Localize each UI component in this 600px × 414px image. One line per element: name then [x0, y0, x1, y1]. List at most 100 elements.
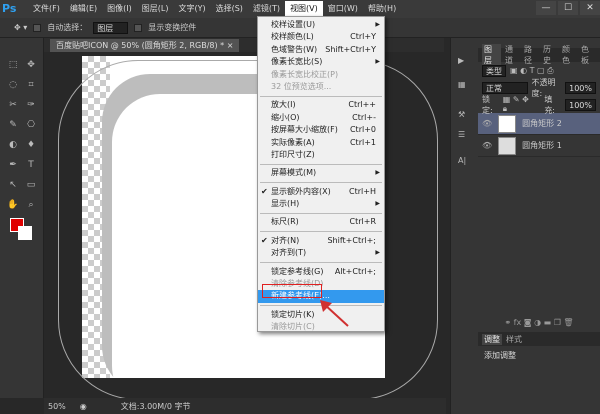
menu-item[interactable]: 缩小(O) Ctrl+- — [258, 112, 384, 124]
menu-item-label: 打印尺寸(Z) — [271, 149, 315, 159]
menu-item[interactable]: 锁定参考线(G) Alt+Ctrl+; — [258, 266, 384, 278]
tool-icon-10[interactable]: ✒ — [6, 158, 20, 172]
eye-icon[interactable]: 👁︎ — [482, 119, 492, 128]
menu-item[interactable]: 实际像素(A) Ctrl+1 — [258, 137, 384, 149]
document-info[interactable]: 文档:3.00M/0 字节 — [121, 401, 191, 412]
panel-tab[interactable]: 调整 — [482, 333, 502, 345]
menu-item-label: 屏幕模式(M) — [271, 168, 317, 178]
submenu-arrow-icon: ▶ — [375, 249, 380, 257]
panel-tab[interactable]: 色板 — [581, 44, 596, 66]
menu-item[interactable]: 32 位预览选项... — [258, 81, 384, 93]
maximize-button[interactable]: ☐ — [558, 1, 578, 15]
menu-2[interactable]: 图像(I) — [102, 1, 137, 17]
close-button[interactable]: ✕ — [580, 1, 600, 15]
menu-item[interactable]: 标尺(R) Ctrl+R — [258, 216, 384, 228]
panel-tab[interactable]: 路径 — [524, 44, 539, 66]
tool-icon-9[interactable]: ♦ — [24, 138, 38, 152]
show-transform-checkbox[interactable] — [134, 23, 143, 32]
lock-label: 锁定: — [482, 94, 493, 115]
tool-icon-7[interactable]: ⎔ — [24, 118, 38, 132]
eye-icon[interactable]: 👁︎ — [482, 141, 492, 150]
panel-tab[interactable]: 图层 — [482, 44, 501, 66]
zoom-level[interactable]: 50% — [48, 402, 66, 411]
menu-separator — [260, 212, 382, 214]
menu-4[interactable]: 文字(Y) — [173, 1, 210, 17]
tool-icon-13[interactable]: ▭ — [24, 178, 38, 192]
menu-item-label: 实际像素(A) — [271, 137, 315, 147]
tool-icon-5[interactable]: ✑ — [24, 98, 38, 112]
opacity-input[interactable]: 100% — [565, 81, 596, 94]
menu-5[interactable]: 选择(S) — [211, 1, 248, 17]
tool-icon-8[interactable]: ◐ — [6, 138, 20, 152]
filter-icons[interactable]: ▣ ◐ T ▢ ⎙ — [510, 66, 554, 76]
menu-item-label: 像素长宽比校正(P) — [271, 69, 339, 79]
menu-3[interactable]: 图层(L) — [137, 1, 174, 17]
menu-item[interactable]: 对齐到(T) ▶ — [258, 247, 384, 259]
menu-item-label: 显示(H) — [271, 199, 300, 209]
layer-row[interactable]: 👁︎ 圆角矩形 1 — [478, 135, 600, 157]
adjust-icon[interactable]: ☰ — [458, 130, 465, 139]
menu-item-label: 标尺(R) — [271, 217, 299, 227]
tool-icon-12[interactable]: ↖ — [6, 178, 20, 192]
tool-icon-11[interactable]: T — [24, 158, 38, 172]
menu-0[interactable]: 文件(F) — [28, 1, 65, 17]
minimize-button[interactable]: — — [536, 1, 556, 15]
tool-icon-1[interactable]: ✥ — [24, 58, 38, 72]
fill-input[interactable]: 100% — [565, 98, 596, 111]
tool-icon-15[interactable]: ⌕ — [24, 198, 38, 212]
layer-row[interactable]: 👁︎ 圆角矩形 2 — [478, 113, 600, 135]
fill-label: 填充: — [544, 94, 556, 115]
tool-icon-4[interactable]: ✂ — [6, 98, 20, 112]
menu-item[interactable]: 像素长宽比校正(P) — [258, 69, 384, 81]
auto-select-dropdown[interactable]: 图层 — [93, 21, 129, 34]
document-tab[interactable]: 百度贴吧ICON @ 50% (圆角矩形 2, RGB/8) * × — [50, 39, 240, 52]
character-icon[interactable]: A| — [458, 156, 466, 165]
blend-mode-dropdown[interactable]: 正常 — [482, 81, 528, 94]
checkmark-icon: ✔ — [261, 235, 268, 245]
menu-item-label: 放大(I) — [271, 100, 296, 110]
tool-icon-0[interactable]: ⬚ — [6, 58, 20, 72]
menu-item[interactable]: 放大(I) Ctrl++ — [258, 99, 384, 111]
menu-item[interactable]: 色域警告(W) Shift+Ctrl+Y — [258, 44, 384, 56]
menu-7[interactable]: 视图(V) — [285, 1, 323, 17]
tool-icon-14[interactable]: ✋ — [6, 198, 20, 212]
layer-actions-bar[interactable]: ⚭ fx ◙ ◑ ▬ ❐ 🗑︎ — [478, 318, 600, 332]
submenu-arrow-icon: ▶ — [375, 200, 380, 208]
tool-icon-2[interactable]: ◌ — [6, 78, 20, 92]
background-color-swatch[interactable] — [18, 226, 32, 240]
menu-item-label: 色域警告(W) — [271, 44, 318, 54]
tool-icon-6[interactable]: ✎ — [6, 118, 20, 132]
lock-icons[interactable]: ▦ ✎ ✥ 🔒︎ — [503, 95, 533, 114]
menu-item[interactable]: ✔ 显示额外内容(X) Ctrl+H — [258, 186, 384, 198]
play-icon[interactable]: ▶ — [458, 56, 464, 65]
menu-item-shortcut: Ctrl++ — [348, 100, 376, 110]
menu-1[interactable]: 编辑(E) — [65, 1, 102, 17]
layer-filter-dropdown[interactable]: 类型 — [482, 64, 506, 77]
auto-select-checkbox[interactable] — [33, 23, 42, 32]
menu-item[interactable]: 打印尺寸(Z) — [258, 149, 384, 161]
menu-item[interactable]: 按屏幕大小缩放(F) Ctrl+0 — [258, 124, 384, 136]
panel-tab[interactable]: 通道 — [505, 44, 520, 66]
status-bar: 50% ◉ 文档:3.00M/0 字节 — [44, 398, 446, 414]
menu-9[interactable]: 帮助(H) — [363, 1, 401, 17]
tool-preset-icon[interactable]: ⚒ — [458, 110, 465, 119]
move-tool-icon[interactable]: ✥ ▾ — [14, 23, 27, 32]
menu-item[interactable]: 显示(H) ▶ — [258, 198, 384, 210]
menu-item[interactable]: 屏幕模式(M) ▶ — [258, 167, 384, 179]
menu-6[interactable]: 滤镜(T) — [248, 1, 285, 17]
brush-preset-icon[interactable]: ▦ — [458, 80, 466, 89]
menu-item[interactable]: 像素长宽比(S) ▶ — [258, 56, 384, 68]
panel-tab[interactable]: 颜色 — [562, 44, 577, 66]
annotation-highlight-box — [262, 284, 322, 298]
tool-icon-3[interactable]: ⌗ — [24, 78, 38, 92]
panel-tab[interactable]: 样式 — [506, 334, 522, 345]
menu-8[interactable]: 窗口(W) — [323, 1, 363, 17]
menu-separator — [260, 182, 382, 184]
layer-name: 圆角矩形 2 — [522, 119, 562, 128]
status-icon[interactable]: ◉ — [80, 402, 87, 411]
menu-item[interactable]: 校样颜色(L) Ctrl+Y — [258, 31, 384, 43]
panel-tab[interactable]: 历史 — [543, 44, 558, 66]
menu-item[interactable]: 校样设置(U) ▶ — [258, 19, 384, 31]
menu-item[interactable]: ✔ 对齐(N) Shift+Ctrl+; — [258, 235, 384, 247]
submenu-arrow-icon: ▶ — [375, 169, 380, 177]
